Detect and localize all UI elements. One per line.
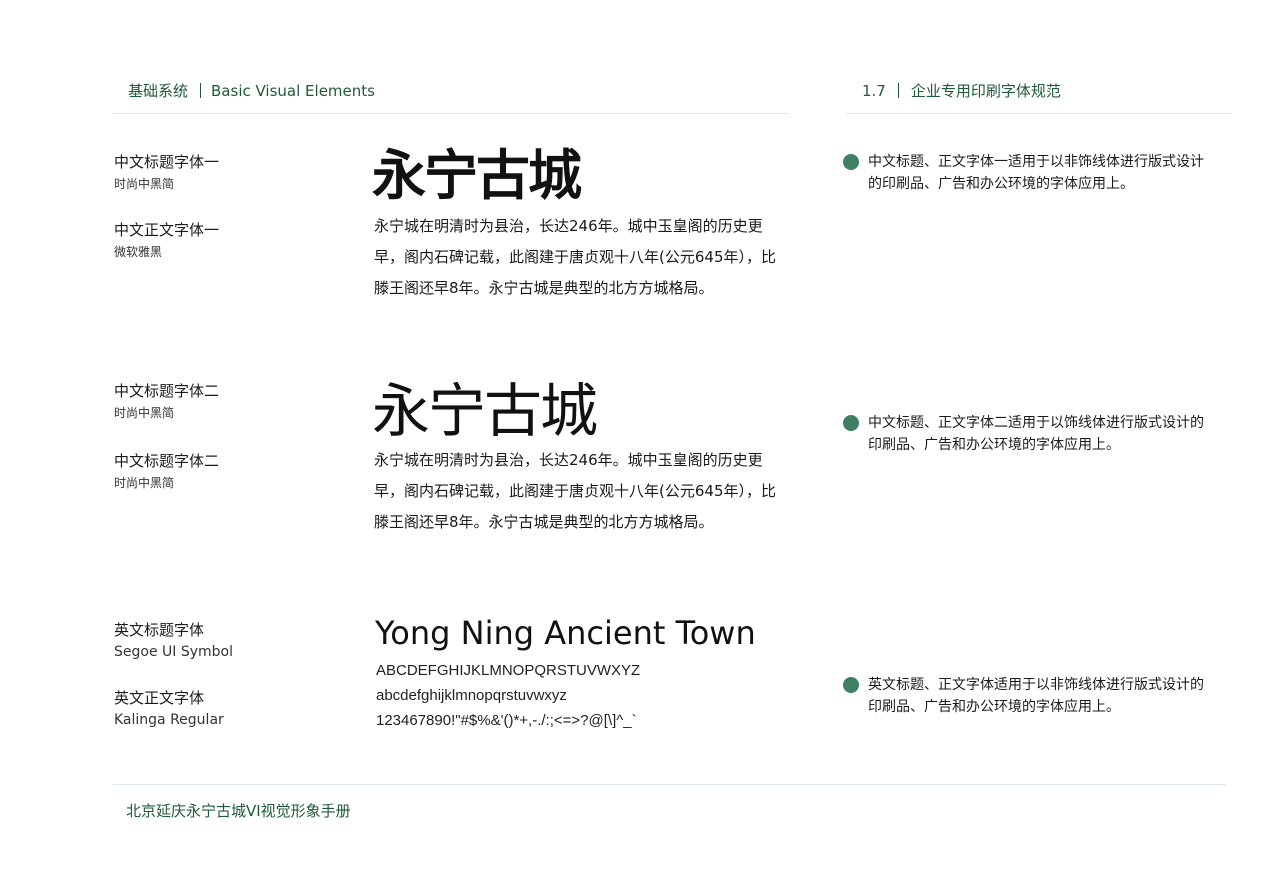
bullet-dot-icon bbox=[843, 677, 859, 693]
title-font-label-3: 英文标题字体 Segoe UI Symbol bbox=[114, 620, 354, 661]
body-font-label-2: 中文标题字体二 时尚中黑简 bbox=[114, 451, 354, 492]
footer-rule bbox=[113, 784, 1226, 785]
note-text: 中文标题、正文字体二适用于以饰线体进行版式设计的印刷品、广告和办公环境的字体应用… bbox=[868, 415, 1204, 453]
footer-title: 北京延庆永宁古城VI视觉形象手册 bbox=[126, 802, 351, 820]
font-name: 微软雅黑 bbox=[114, 245, 163, 259]
font-name: 时尚中黑简 bbox=[114, 406, 175, 420]
page-header: 1.7 企业专用印刷字体规范 bbox=[862, 80, 1061, 101]
font-role: 英文标题字体 bbox=[114, 621, 205, 639]
font-role: 中文标题字体二 bbox=[114, 382, 220, 400]
sample-digits-symbols: 123467890!"#$%&'()*+,-./:;<=>?@[\]^_` bbox=[376, 712, 637, 729]
sample-title-2: 永宁古城 bbox=[372, 377, 598, 445]
sample-uppercase: ABCDEFGHIJKLMNOPQRSTUVWXYZ bbox=[376, 662, 641, 679]
sample-title-1: 永宁古城 bbox=[372, 144, 582, 207]
body-font-label-1: 中文正文字体一 微软雅黑 bbox=[114, 220, 354, 261]
font-role: 中文正文字体一 bbox=[114, 221, 220, 239]
page-number: 1.7 bbox=[862, 82, 886, 100]
bullet-dot-icon bbox=[843, 415, 859, 431]
font-role: 英文正文字体 bbox=[114, 689, 205, 707]
page-title: 企业专用印刷字体规范 bbox=[910, 82, 1061, 100]
usage-note-2: 中文标题、正文字体二适用于以饰线体进行版式设计的印刷品、广告和办公环境的字体应用… bbox=[843, 412, 1213, 456]
font-name: Segoe UI Symbol bbox=[114, 644, 233, 660]
title-font-label-2: 中文标题字体二 时尚中黑简 bbox=[114, 381, 354, 422]
body-font-label-3: 英文正文字体 Kalinga Regular bbox=[114, 688, 354, 729]
font-role: 中文标题字体一 bbox=[114, 153, 220, 171]
bullet-dot-icon bbox=[843, 154, 859, 170]
title-font-label-1: 中文标题字体一 时尚中黑简 bbox=[114, 152, 354, 193]
header-divider bbox=[200, 83, 202, 98]
section-title-en: Basic Visual Elements bbox=[211, 82, 375, 100]
sample-lowercase: abcdefghijklmnopqrstuvwxyz bbox=[376, 687, 567, 704]
header-divider bbox=[897, 83, 899, 98]
section-title-cn: 基础系统 bbox=[128, 82, 189, 100]
header-rule-right bbox=[846, 113, 1232, 114]
usage-note-3: 英文标题、正文字体适用于以非饰线体进行版式设计的印刷品、广告和办公环境的字体应用… bbox=[843, 674, 1213, 718]
usage-note-1: 中文标题、正文字体一适用于以非饰线体进行版式设计的印刷品、广告和办公环境的字体应… bbox=[843, 151, 1213, 195]
section-header: 基础系统 Basic Visual Elements bbox=[128, 80, 375, 101]
sample-title-3: Yong Ning Ancient Town bbox=[375, 614, 756, 652]
font-name: 时尚中黑简 bbox=[114, 476, 175, 490]
font-name: 时尚中黑简 bbox=[114, 177, 175, 191]
sample-body-2: 永宁城在明清时为县治，长达246年。城中玉皇阁的历史更早，阁内石碑记载，此阁建于… bbox=[374, 451, 776, 531]
header-rule-left bbox=[113, 113, 789, 114]
sample-body-1: 永宁城在明清时为县治，长达246年。城中玉皇阁的历史更早，阁内石碑记载，此阁建于… bbox=[374, 217, 776, 297]
note-text: 中文标题、正文字体一适用于以非饰线体进行版式设计的印刷品、广告和办公环境的字体应… bbox=[868, 154, 1204, 192]
font-name: Kalinga Regular bbox=[114, 712, 224, 728]
note-text: 英文标题、正文字体适用于以非饰线体进行版式设计的印刷品、广告和办公环境的字体应用… bbox=[868, 677, 1204, 715]
font-role: 中文标题字体二 bbox=[114, 452, 220, 470]
